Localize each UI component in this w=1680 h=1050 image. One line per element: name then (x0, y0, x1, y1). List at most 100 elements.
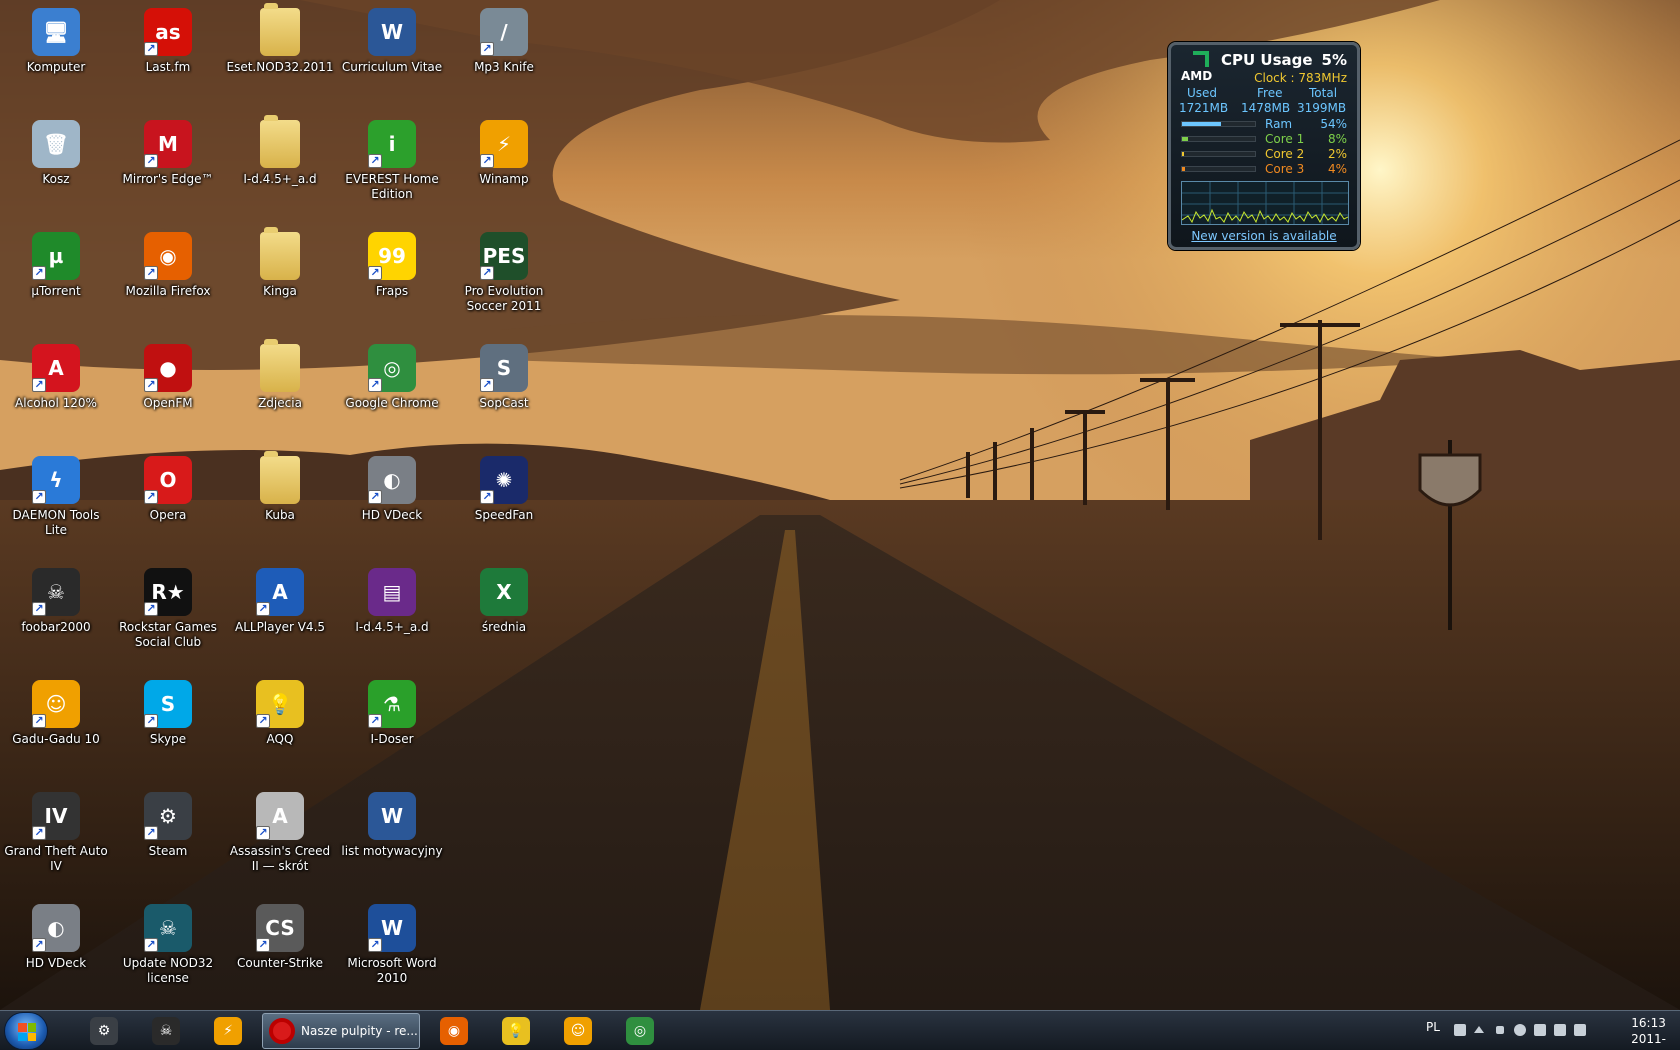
steam-tray-icon[interactable] (1514, 1024, 1526, 1036)
shortcut-arrow-icon: ↗ (144, 42, 158, 56)
desktop-icon[interactable]: Wlist motywacyjny (336, 786, 448, 859)
usage-name: Ram (1265, 117, 1293, 131)
usage-percent: 2% (1327, 147, 1347, 161)
new-version-link[interactable]: New version is available (1171, 229, 1357, 243)
desktop-icon[interactable]: I-d.4.5+_a.d (224, 114, 336, 187)
desktop-icon-label: HD VDeck (361, 508, 423, 522)
clock[interactable]: 16:13 2011-06-30 (1631, 1015, 1666, 1050)
desktop-icon[interactable]: as ↗ Last.fm (112, 2, 224, 75)
desktop-icon[interactable]: A ↗ Assassin's Creed II — skrót (224, 786, 336, 874)
desktop-icon[interactable]: M ↗ Mirror's Edge™ (112, 114, 224, 187)
taskbar-button-foobar2000[interactable]: ☠ (138, 1013, 194, 1049)
tray-stop-icon[interactable] (1496, 1026, 1504, 1034)
desktop-icon[interactable]: Kinga (224, 226, 336, 299)
desktop-icon[interactable]: S ↗ Skype (112, 674, 224, 747)
desktop-icon[interactable]: ◐ ↗ HD VDeck (336, 450, 448, 523)
desktop-icon[interactable]: ▤ I-d.4.5+_a.d (336, 562, 448, 635)
desktop-icon[interactable]: W Curriculum Vitae (336, 2, 448, 75)
desktop-icon[interactable]: ☠ ↗ Update NOD32 license (112, 898, 224, 986)
desktop-icon[interactable]: ◎ ↗ Google Chrome (336, 338, 448, 411)
shortcut-arrow-icon: ↗ (144, 266, 158, 280)
desktop-icon-label: foobar2000 (21, 620, 91, 634)
folder-icon (260, 3, 300, 56)
desktop-icon-label: Alcohol 120% (15, 396, 97, 410)
desktop-icon-label: Counter-Strike (236, 956, 323, 970)
usage-bar-fill (1182, 137, 1188, 141)
taskbar-button-firefox[interactable]: ◉ (426, 1013, 482, 1049)
desktop-icon[interactable]: ● ↗ OpenFM (112, 338, 224, 411)
desktop-icon[interactable]: µ ↗ µTorrent (0, 226, 112, 299)
desktop-icon[interactable]: Zdjecia (224, 338, 336, 411)
desktop-icon[interactable]: ✺ ↗ SpeedFan (448, 450, 560, 523)
desktop-icon[interactable]: A ↗ ALLPlayer V4.5 (224, 562, 336, 635)
shortcut-arrow-icon: ↗ (480, 378, 494, 392)
app-icon: S ↗ (144, 680, 192, 728)
app-icon: 🗑 (32, 120, 80, 168)
desktop-icon-label: SopCast (479, 396, 529, 410)
volume-icon[interactable] (1574, 1024, 1586, 1036)
desktop-icon[interactable]: A ↗ Alcohol 120% (0, 338, 112, 411)
desktop-icon[interactable]: 💡 ↗ AQQ (224, 674, 336, 747)
desktop-icon[interactable]: 99 ↗ Fraps (336, 226, 448, 299)
cpu-usage-gadget[interactable]: CPU Usage 5% AMD Clock : 783MHz Used Fre… (1168, 42, 1360, 250)
desktop-icon-label: Mozilla Firefox (125, 284, 211, 298)
app-icon: W ↗ (368, 904, 416, 952)
app-icon: as ↗ (144, 8, 192, 56)
desktop-icon[interactable]: ⚙ ↗ Steam (112, 786, 224, 859)
desktop-icon[interactable]: Xśrednia (448, 562, 560, 635)
desktop-icon[interactable]: S ↗ SopCast (448, 338, 560, 411)
amd-logo-icon (1193, 51, 1209, 67)
app-icon: W (368, 8, 416, 56)
desktop-icon-label: Zdjecia (258, 396, 302, 410)
desktop-icon-label: Microsoft Word 2010 (347, 956, 437, 985)
desktop-icon[interactable]: R★ ↗ Rockstar Games Social Club (112, 562, 224, 650)
desktop-icon-label: OpenFM (143, 396, 193, 410)
desktop-icon[interactable]: / ↗ Mp3 Knife (448, 2, 560, 75)
desktop-icon[interactable]: Kuba (224, 450, 336, 523)
desktop-icon[interactable]: O ↗ Opera (112, 450, 224, 523)
taskbar-button-steam[interactable]: ⚙ (76, 1013, 132, 1049)
desktop-icon[interactable]: CS ↗ Counter-Strike (224, 898, 336, 971)
desktop-icon[interactable]: ◉ ↗ Mozilla Firefox (112, 226, 224, 299)
desktop-icon-label: Mirror's Edge™ (122, 172, 214, 186)
desktop-icon[interactable]: ☺ ↗ Gadu-Gadu 10 (0, 674, 112, 747)
desktop-icon[interactable]: 🖥 Komputer (0, 2, 112, 75)
desktop-icon[interactable]: Eset.NOD32.2011 (224, 2, 336, 75)
taskbar-button-chrome[interactable]: ◎ (612, 1013, 668, 1049)
desktop-icon[interactable]: 🗑 Kosz (0, 114, 112, 187)
shortcut-arrow-icon: ↗ (32, 266, 46, 280)
desktop-icon[interactable]: i ↗ EVEREST Home Edition (336, 114, 448, 202)
usage-percent: 54% (1320, 117, 1347, 131)
desktop-icon[interactable]: ⚗ ↗ I-Doser (336, 674, 448, 747)
desktop-icon[interactable]: IV ↗ Grand Theft Auto IV (0, 786, 112, 874)
taskbar-window-opera[interactable]: Nasze pulpity - re... (262, 1013, 420, 1049)
action-center-flag-icon[interactable] (1534, 1024, 1546, 1036)
start-button[interactable] (4, 1012, 48, 1050)
usage-percent: 8% (1327, 132, 1347, 146)
desktop-icon[interactable]: ⚡ ↗ Winamp (448, 114, 560, 187)
app-icon: ☠ ↗ (144, 904, 192, 952)
taskbar-button-aqq[interactable]: 💡 (488, 1013, 544, 1049)
taskbar-button-gadu-gadu[interactable]: ☺ (550, 1013, 606, 1049)
desktop-icon-label: Mp3 Knife (474, 60, 534, 74)
show-hidden-icons-arrow[interactable] (1474, 1026, 1484, 1033)
desktop-icon[interactable]: ☠ ↗ foobar2000 (0, 562, 112, 635)
desktop-icon[interactable]: ϟ ↗ DAEMON Tools Lite (0, 450, 112, 538)
clock-date: 2011-06-30 (1631, 1032, 1666, 1050)
desktop-icon[interactable]: W ↗ Microsoft Word 2010 (336, 898, 448, 986)
usage-bar (1181, 166, 1256, 172)
desktop-icon-label: AQQ (266, 732, 294, 746)
usage-name: Core 3 (1265, 162, 1305, 176)
winamp-icon: ⚡ (214, 1017, 242, 1045)
firefox-icon: ◉ (440, 1017, 468, 1045)
shortcut-arrow-icon: ↗ (144, 490, 158, 504)
network-icon[interactable] (1554, 1024, 1566, 1036)
keyboard-icon[interactable] (1454, 1024, 1466, 1036)
desktop-icon[interactable]: ◐ ↗ HD VDeck (0, 898, 112, 971)
steam-icon: ⚙ (90, 1017, 118, 1045)
desktop-icon-label: Gadu-Gadu 10 (12, 732, 100, 746)
desktop-icon[interactable]: PES ↗ Pro Evolution Soccer 2011 (448, 226, 560, 314)
brand-label: AMD (1181, 69, 1213, 83)
language-indicator[interactable]: PL (1426, 1020, 1440, 1034)
taskbar-button-winamp[interactable]: ⚡ (200, 1013, 256, 1049)
